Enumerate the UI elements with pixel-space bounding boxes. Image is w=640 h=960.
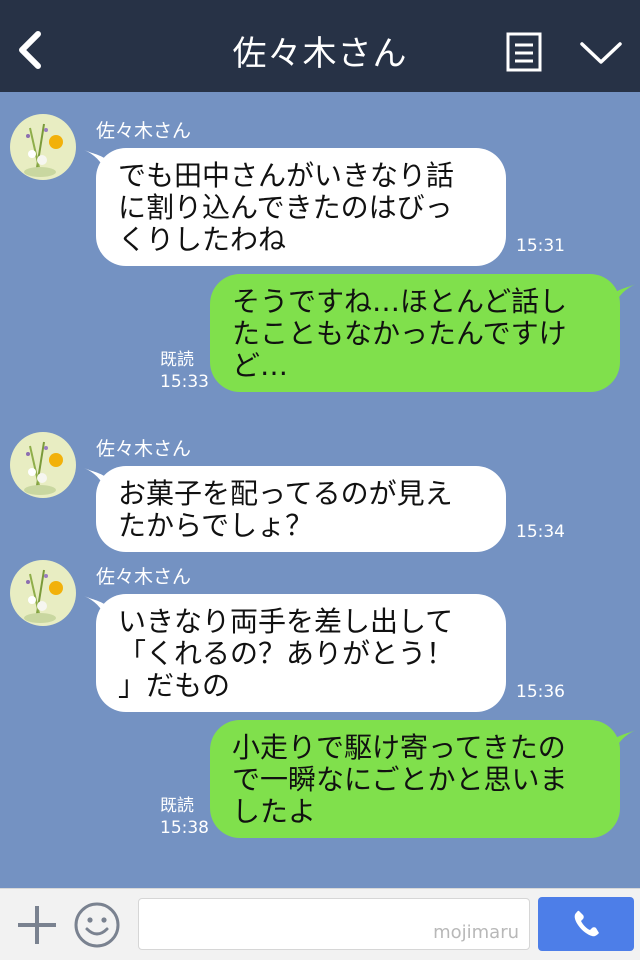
- message-line: いきなり両手を差し出して: [118, 605, 454, 638]
- message-time: 15:38: [160, 818, 209, 838]
- message-line: 」だもの: [118, 669, 231, 702]
- message-line: くりしたわね: [118, 223, 287, 256]
- input-bar: mojimaru: [0, 888, 640, 960]
- message-time: 15:31: [516, 236, 565, 256]
- message-line: で一瞬なにごとかと思いま: [232, 763, 568, 796]
- note-list-icon: [506, 32, 542, 72]
- message-line: 小走りで駆け寄ってきたの: [232, 731, 566, 764]
- chevron-down-icon: [580, 42, 622, 64]
- avatar[interactable]: [10, 560, 76, 626]
- add-button[interactable]: [14, 902, 60, 948]
- message-line: お菓子を配ってるのが見え: [118, 477, 453, 510]
- flower-avatar-icon: [10, 432, 76, 498]
- message-bubble[interactable]: お菓子を配ってるのが見え たからでしょ？: [96, 466, 506, 552]
- avatar[interactable]: [10, 114, 76, 180]
- message-input[interactable]: mojimaru: [138, 898, 530, 950]
- bubble-tail: [614, 730, 636, 752]
- message-time: 15:36: [516, 682, 565, 702]
- flower-avatar-icon: [10, 114, 76, 180]
- avatar[interactable]: [10, 432, 76, 498]
- watermark-text: mojimaru: [433, 922, 519, 943]
- flower-avatar-icon: [10, 560, 76, 626]
- call-button[interactable]: [538, 897, 634, 951]
- message-line: 「くれるの？ありがとう！: [118, 637, 455, 670]
- message-line: たからでしょ？: [118, 509, 314, 542]
- sender-name: 佐々木さん: [96, 566, 192, 588]
- message-time: 15:33: [160, 372, 209, 392]
- message-line: したよ: [232, 795, 317, 828]
- message-bubble[interactable]: でも田中さんがいきなり話 に割り込んできたのはびっ くりしたわね: [96, 148, 506, 266]
- message-line: そうですね…ほとんど話し: [232, 285, 568, 318]
- message-bubble[interactable]: いきなり両手を差し出して 「くれるの？ありがとう！ 」だもの: [96, 594, 506, 712]
- chat-header: 佐々木さん: [0, 0, 640, 92]
- bubble-tail: [614, 284, 636, 306]
- read-receipt: 既読: [160, 796, 194, 816]
- message-line: に割り込んできたのはびっ: [118, 191, 453, 224]
- message-line: でも田中さんがいきなり話: [118, 159, 455, 192]
- emoji-button[interactable]: [73, 901, 121, 949]
- message-list[interactable]: 佐々木さん でも田中さんがいきなり話 に割り込んできたのはびっ くりしたわね 1…: [0, 92, 640, 888]
- message-line: たこともなかったんですけ: [232, 317, 567, 350]
- message-time: 15:34: [516, 522, 565, 542]
- message-bubble[interactable]: 小走りで駆け寄ってきたの で一瞬なにごとかと思いま したよ: [210, 720, 620, 838]
- plus-icon: [18, 906, 56, 944]
- smiley-icon: [74, 902, 120, 948]
- phone-icon: [574, 910, 599, 937]
- menu-button[interactable]: [506, 32, 542, 72]
- message-bubble[interactable]: そうですね…ほとんど話し たこともなかったんですけ ど…: [210, 274, 620, 392]
- sender-name: 佐々木さん: [96, 120, 192, 142]
- chat-title: 佐々木さん: [232, 34, 408, 74]
- message-line: ど…: [232, 349, 289, 382]
- read-receipt: 既読: [160, 350, 194, 370]
- collapse-button[interactable]: [578, 38, 624, 68]
- sender-name: 佐々木さん: [96, 438, 192, 460]
